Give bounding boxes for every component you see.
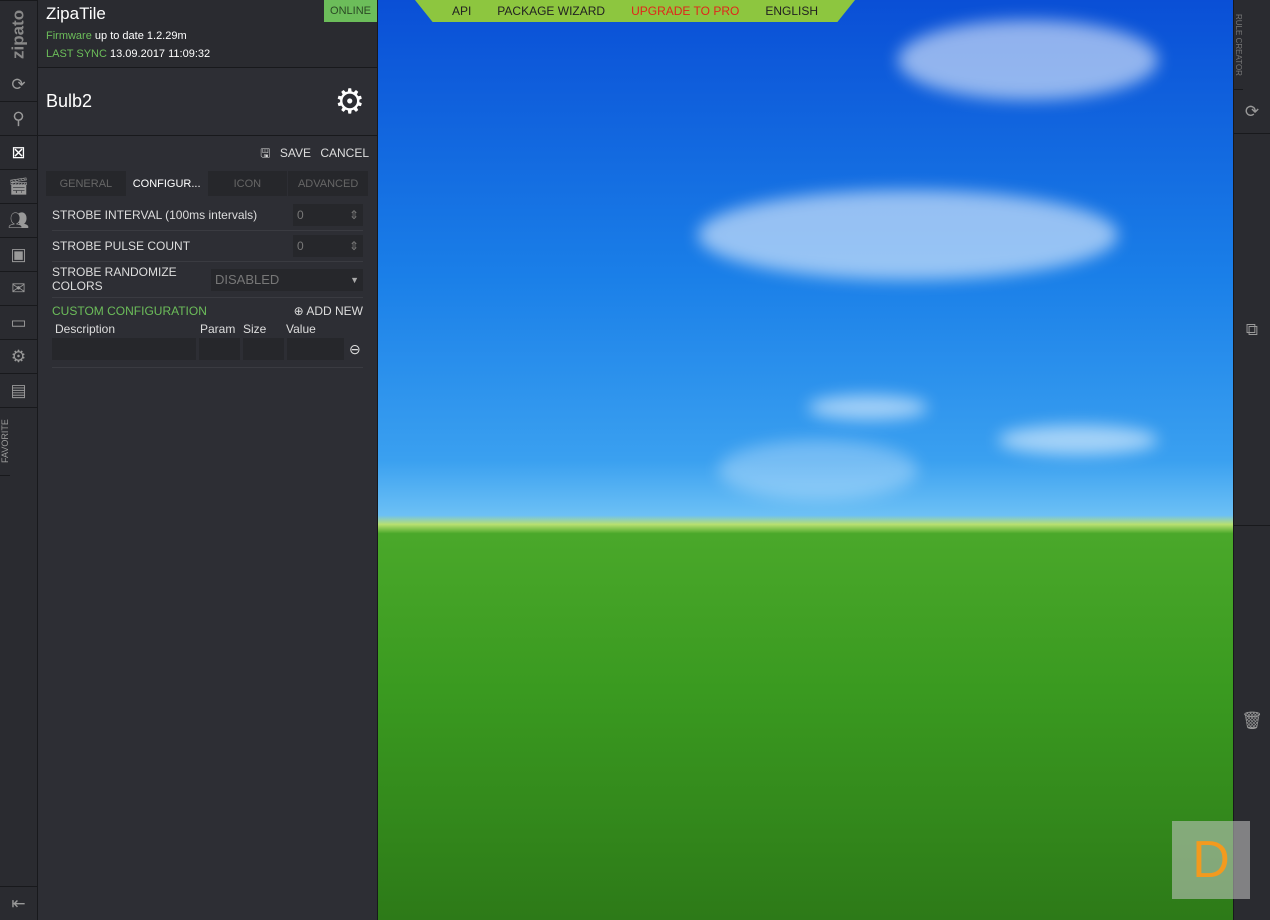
description-input[interactable] [52, 338, 196, 360]
config-row: STROBE INTERVAL (100ms intervals) 0 ⇕ [52, 200, 363, 231]
right-bar: RULE CREATOR ⟳ ⧉ 🗑︎ [1233, 0, 1270, 920]
nav-package-wizard[interactable]: PACKAGE WIZARD [497, 4, 605, 18]
messages-icon[interactable]: ✉ [0, 272, 37, 306]
cancel-button[interactable]: CANCEL [320, 146, 369, 160]
app-title: ZipaTile [46, 4, 106, 23]
column-header: Description [55, 322, 116, 336]
search-icon[interactable]: ⚲ [0, 102, 37, 136]
sync-value: 13.09.2017 11:09:32 [110, 48, 211, 60]
left-icon-bar: zipato ⟳ ⚲ ⊠ 🎬︎ 👥︎ ▣ ✉ ▭ ⚙ ▤ FAVORITE ⇤ [0, 0, 38, 920]
devices-icon[interactable]: ⊠ [0, 136, 37, 170]
sync-icon[interactable]: ⟳ [0, 68, 37, 102]
config-label: STROBE PULSE COUNT [52, 239, 191, 253]
nav-upgrade-to-pro[interactable]: UPGRADE TO PRO [631, 4, 739, 18]
tab-icon[interactable]: ICON [208, 171, 289, 196]
nav-language[interactable]: ENGLISH [765, 4, 818, 18]
scenes-icon[interactable]: 🎬︎ [0, 170, 37, 204]
users-icon[interactable]: 👥︎ [0, 204, 37, 238]
firmware-label: Firmware [46, 30, 92, 42]
plus-circle-icon: ⊕ [293, 304, 304, 318]
param-input[interactable] [199, 338, 240, 360]
strobe-randomize-select[interactable]: DISABLED ▼ [211, 268, 363, 291]
clipboard-icon[interactable]: ▤ [0, 374, 37, 408]
column-header: Param [200, 322, 236, 336]
config-label: STROBE RANDOMIZE COLORS [52, 265, 177, 293]
custom-config-title: CUSTOM CONFIGURATION [52, 304, 207, 318]
value-input[interactable] [287, 338, 344, 360]
custom-config-row: ⊖ [52, 338, 363, 368]
device-name: Bulb2 [46, 91, 93, 111]
chevron-down-icon: ▼ [350, 274, 359, 285]
column-header: Size [243, 322, 267, 336]
background-image [378, 0, 1233, 920]
sync-label: LAST SYNC [46, 48, 107, 60]
logout-icon[interactable]: ⇤ [0, 886, 37, 920]
add-new-button[interactable]: ⊕ ADD NEW [294, 304, 363, 318]
top-nav: API PACKAGE WIZARD UPGRADE TO PRO ENGLIS… [415, 0, 855, 22]
config-row: STROBE RANDOMIZE COLORS DISABLED ▼ [52, 262, 363, 298]
firmware-value: up to date 1.2.29m [94, 30, 187, 42]
tabs: GENERAL CONFIGUR... ICON ADVANCED [46, 171, 369, 196]
stepper-icon: ⇕ [348, 239, 359, 253]
save-button[interactable]: 🖫︎ SAVE [260, 146, 311, 160]
config-label: STROBE INTERVAL (100ms intervals) [52, 208, 258, 222]
tab-configuration[interactable]: CONFIGUR... [126, 171, 208, 196]
app-badge[interactable]: D [1172, 821, 1250, 899]
gear-icon[interactable]: ⚙ [335, 82, 365, 122]
stepper-icon: ⇕ [348, 208, 359, 222]
column-header: Value [286, 322, 316, 336]
tab-general[interactable]: GENERAL [46, 171, 127, 196]
size-input[interactable] [243, 338, 284, 360]
external-link-icon[interactable]: ⧉ [1234, 134, 1270, 526]
nav-api[interactable]: API [452, 4, 471, 18]
config-row: STROBE PULSE COUNT 0 ⇕ [52, 231, 363, 262]
tab-advanced[interactable]: ADVANCED [288, 171, 369, 196]
strobe-pulse-count-input[interactable]: 0 ⇕ [293, 235, 363, 257]
settings-icon[interactable]: ⚙ [0, 340, 37, 374]
rule-creator-tab[interactable]: RULE CREATOR [1234, 0, 1243, 90]
device-panel: ZipaTile ONLINE Firmware up to date 1.2.… [38, 0, 378, 920]
wallet-icon[interactable]: ▭ [0, 306, 37, 340]
controller-header: ZipaTile ONLINE Firmware up to date 1.2.… [38, 0, 377, 68]
contacts-icon[interactable]: ▣ [0, 238, 37, 272]
refresh-icon[interactable]: ⟳ [1234, 90, 1270, 134]
favorite-tab[interactable]: FAVORITE [0, 408, 10, 476]
status-badge: ONLINE [324, 0, 377, 22]
strobe-interval-input[interactable]: 0 ⇕ [293, 204, 363, 226]
zipato-logo: zipato [0, 0, 37, 68]
device-header: Bulb2 ⚙ [38, 68, 377, 136]
remove-icon[interactable]: ⊖ [349, 341, 361, 358]
